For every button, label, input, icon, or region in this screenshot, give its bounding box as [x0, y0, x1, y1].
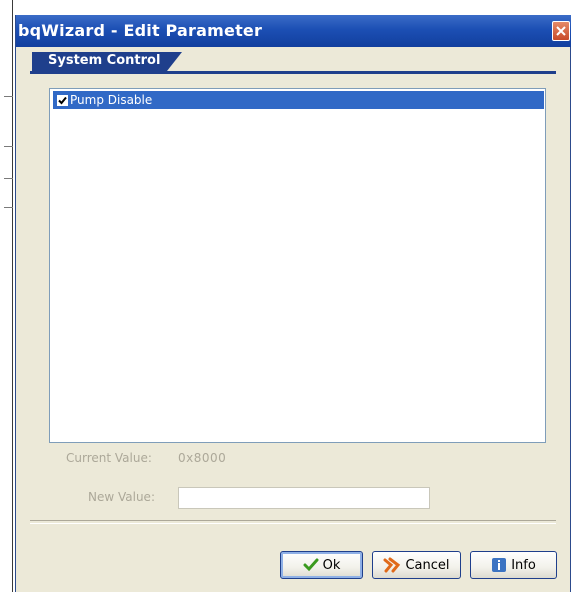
list-item-label: Pump Disable	[70, 93, 153, 107]
close-button[interactable]	[552, 21, 570, 41]
new-value-label: New Value:	[88, 490, 155, 504]
new-value-input[interactable]	[178, 487, 430, 509]
background-tick	[4, 178, 13, 179]
tab-system-control[interactable]: System Control	[32, 52, 182, 71]
info-button[interactable]: Info	[470, 551, 557, 579]
cancel-icon	[383, 557, 401, 573]
title-bar[interactable]: bqWizard - Edit Parameter	[16, 15, 571, 47]
list-item[interactable]: Pump Disable	[53, 91, 544, 109]
current-value: 0x8000	[178, 451, 227, 465]
current-value-label: Current Value:	[66, 451, 152, 465]
cancel-button-label: Cancel	[405, 557, 450, 573]
parameter-list[interactable]: Pump Disable	[49, 88, 546, 443]
checkbox[interactable]	[57, 94, 68, 106]
edit-parameter-dialog: bqWizard - Edit Parameter System Control…	[15, 15, 571, 592]
cancel-button[interactable]: Cancel	[372, 551, 461, 579]
tab-label: System Control	[48, 53, 161, 68]
close-icon	[556, 26, 566, 36]
checkmark-icon	[58, 96, 67, 104]
tab-strip: System Control	[30, 52, 556, 74]
background-tick	[4, 207, 13, 208]
ok-button-label: Ok	[322, 557, 341, 573]
window-title: bqWizard - Edit Parameter	[18, 21, 263, 40]
checkmark-icon	[303, 558, 319, 572]
background-window-edge	[12, 0, 13, 592]
info-icon	[492, 558, 507, 572]
info-button-label: Info	[511, 557, 536, 573]
separator	[30, 520, 556, 524]
background-tick	[4, 96, 13, 97]
background-tick	[4, 146, 13, 147]
ok-button[interactable]: Ok	[280, 551, 363, 579]
